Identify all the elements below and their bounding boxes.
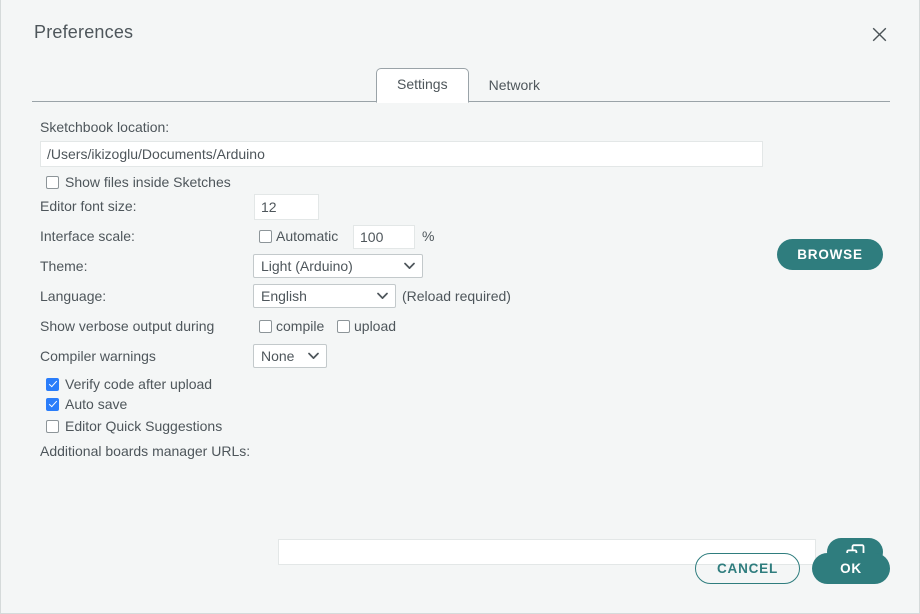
verbose-compile-checkbox[interactable] <box>259 319 272 333</box>
verify-code-after-upload-checkbox[interactable] <box>46 377 59 391</box>
language-select[interactable]: English <box>253 284 396 308</box>
preferences-dialog: Preferences Settings Network Sketchbook … <box>0 0 920 614</box>
language-label-row: Language: <box>40 288 106 304</box>
language-note-row: (Reload required) <box>402 288 511 304</box>
verbose-upload-label: upload <box>354 318 397 334</box>
compiler-warnings-label: Compiler warnings <box>40 348 156 364</box>
editor-font-size-input[interactable] <box>254 194 319 220</box>
interface-scale-automatic-checkbox[interactable] <box>259 229 272 243</box>
auto-save-checkbox[interactable] <box>46 397 59 411</box>
interface-scale-label-row: Interface scale: <box>40 228 135 244</box>
verbose-upload-checkbox[interactable] <box>337 319 350 333</box>
theme-label: Theme: <box>40 258 88 274</box>
show-files-inside-sketches-label: Show files inside Sketches <box>65 174 231 190</box>
verify-code-after-upload-label: Verify code after upload <box>65 376 213 392</box>
compiler-warnings-label-row: Compiler warnings <box>40 348 156 364</box>
tab-settings[interactable]: Settings <box>376 68 469 103</box>
interface-scale-unit: % <box>422 228 435 244</box>
browse-button[interactable]: BROWSE <box>777 239 883 270</box>
close-icon[interactable] <box>865 20 893 48</box>
language-label: Language: <box>40 288 107 304</box>
tab-bar: Settings Network <box>32 68 890 103</box>
interface-scale-automatic-label: Automatic <box>276 228 339 244</box>
dialog-titlebar: Preferences <box>1 0 919 64</box>
auto-save-row[interactable]: Auto save <box>46 396 127 412</box>
verbose-upload-row[interactable]: upload <box>337 318 396 334</box>
sketchbook-location-input[interactable] <box>40 141 763 167</box>
interface-scale-unit-row: % <box>422 228 434 244</box>
theme-label-row: Theme: <box>40 258 87 274</box>
compiler-warnings-select[interactable]: None <box>253 344 327 368</box>
cancel-button[interactable]: CANCEL <box>695 553 800 584</box>
verbose-compile-label: compile <box>276 318 325 334</box>
show-files-inside-sketches-row[interactable]: Show files inside Sketches <box>46 174 231 190</box>
verbose-output-label-row: Show verbose output during <box>40 318 214 334</box>
editor-quick-suggestions-label: Editor Quick Suggestions <box>65 418 223 434</box>
auto-save-label: Auto save <box>65 396 128 412</box>
verbose-output-label: Show verbose output during <box>40 318 215 334</box>
editor-quick-suggestions-checkbox[interactable] <box>46 419 59 433</box>
sketchbook-location-label: Sketchbook location: <box>40 119 170 135</box>
theme-select[interactable]: Light (Arduino) <box>253 254 423 278</box>
interface-scale-automatic-row[interactable]: Automatic <box>259 228 338 244</box>
editor-font-size-label: Editor font size: <box>40 198 137 214</box>
interface-scale-label: Interface scale: <box>40 228 135 244</box>
compiler-warnings-select-wrap[interactable]: None <box>253 344 327 368</box>
ok-button[interactable]: OK <box>812 553 890 584</box>
additional-urls-label: Additional boards manager URLs: <box>40 443 251 459</box>
verbose-compile-row[interactable]: compile <box>259 318 324 334</box>
editor-font-size-label-row: Editor font size: <box>40 198 137 214</box>
theme-select-wrap[interactable]: Light (Arduino) <box>253 254 423 278</box>
interface-scale-input[interactable] <box>353 225 415 249</box>
sketchbook-location-label-row: Sketchbook location: <box>40 119 169 135</box>
language-select-wrap[interactable]: English <box>253 284 396 308</box>
language-reload-note: (Reload required) <box>402 288 511 304</box>
verify-code-after-upload-row[interactable]: Verify code after upload <box>46 376 212 392</box>
editor-quick-suggestions-row[interactable]: Editor Quick Suggestions <box>46 418 222 434</box>
show-files-inside-sketches-checkbox[interactable] <box>46 175 59 189</box>
tab-network[interactable]: Network <box>469 70 560 102</box>
additional-urls-label-row: Additional boards manager URLs: <box>40 443 250 459</box>
page-title: Preferences <box>34 22 134 42</box>
